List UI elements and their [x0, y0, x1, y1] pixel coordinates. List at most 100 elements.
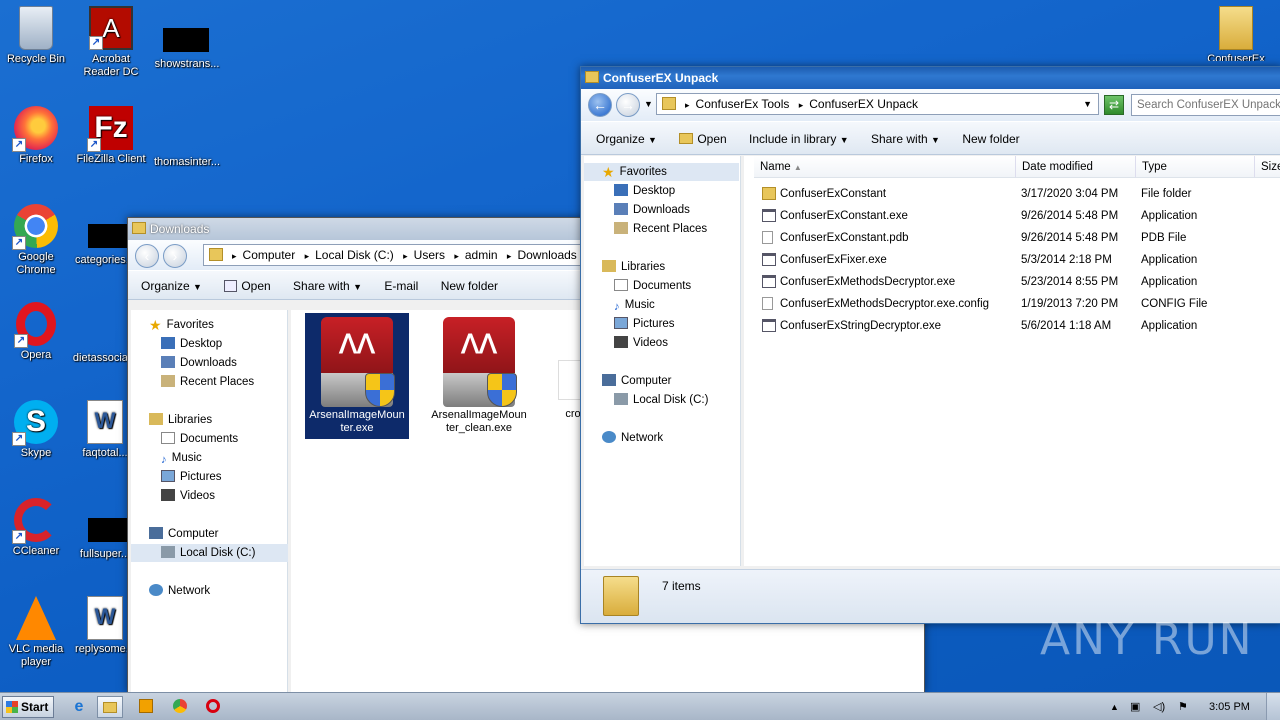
- nav-computer[interactable]: Computer: [602, 372, 672, 390]
- network-tray-icon[interactable]: ▣: [1130, 693, 1140, 720]
- nav-favorites[interactable]: ★ Favorites: [584, 163, 739, 181]
- new-folder-button[interactable]: New folder: [441, 279, 498, 293]
- column-header-size[interactable]: Size: [1255, 156, 1280, 178]
- confuser-address-bar: ← → ▼ ▸ ConfuserEx Tools ▸ ConfuserEX Unpa…: [581, 89, 1280, 121]
- shortcut-arrow-icon: ↗: [12, 138, 26, 152]
- show-desktop-button[interactable]: [1266, 693, 1280, 720]
- breadcrumb[interactable]: ▸ ConfuserEx Tools ▸ ConfuserEX Unpack ▼: [656, 93, 1099, 115]
- action-center-flag-icon[interactable]: ⚑: [1178, 693, 1188, 720]
- nav-videos[interactable]: Videos: [161, 487, 215, 505]
- chrome-icon: ↗: [12, 204, 58, 250]
- organize-button[interactable]: Organize ▼: [596, 132, 657, 146]
- nav-downloads[interactable]: Downloads: [161, 354, 237, 372]
- refresh-button[interactable]: ⇄: [1104, 95, 1124, 115]
- nav-favorites[interactable]: ★ Favorites: [149, 316, 214, 334]
- column-header-name[interactable]: Name ▲: [754, 156, 1016, 178]
- recent-pages-dropdown-icon[interactable]: ▼: [644, 99, 653, 109]
- back-button[interactable]: ‹: [135, 244, 159, 268]
- nav-local-disk[interactable]: Local Disk (C:): [614, 391, 708, 409]
- sort-ascending-icon: ▲: [793, 163, 802, 172]
- breadcrumb-item[interactable]: Downloads: [517, 248, 576, 262]
- desktop-icon-confuserex[interactable]: ConfuserEx: [1200, 6, 1272, 61]
- share-with-button[interactable]: Share with ▼: [293, 279, 362, 293]
- confuser-file-list[interactable]: Name ▲ Date modified Type Size ConfuserE…: [744, 156, 1280, 566]
- nav-libraries[interactable]: Libraries: [149, 411, 212, 429]
- nav-music[interactable]: ♪ Music: [614, 296, 655, 314]
- recent-places-icon: [161, 375, 175, 387]
- pictures-icon: [614, 317, 628, 329]
- breadcrumb-item[interactable]: Computer: [243, 248, 296, 262]
- desktop-icon-ccleaner[interactable]: ↗ CCleaner: [0, 498, 72, 558]
- desktop-icon-filezilla[interactable]: Fz ↗ FileZilla Client: [75, 106, 147, 166]
- explorer-taskbar-icon[interactable]: [97, 696, 123, 718]
- nav-pictures[interactable]: Pictures: [161, 468, 222, 486]
- folder-icon: [585, 71, 599, 83]
- table-row[interactable]: ConfuserExMethodsDecryptor.exe 5/23/2014…: [744, 271, 1280, 293]
- nav-pictures[interactable]: Pictures: [614, 315, 675, 333]
- chevron-right-icon: ▸: [304, 251, 310, 261]
- dropdown-arrow-icon: ▼: [648, 135, 657, 145]
- nav-libraries[interactable]: Libraries: [602, 258, 665, 276]
- file-item[interactable]: ᐱᐱ ArsenalImageMounter_clean.exe: [427, 313, 531, 439]
- email-button[interactable]: E-mail: [384, 279, 418, 293]
- confuser-window[interactable]: ConfuserEX Unpack ← → ▼ ▸ ConfuserEx Tool…: [580, 66, 1280, 624]
- nav-desktop[interactable]: Desktop: [161, 335, 222, 353]
- nav-downloads[interactable]: Downloads: [614, 201, 690, 219]
- shortcut-arrow-icon: ↗: [12, 432, 26, 446]
- nav-music[interactable]: ♪ Music: [161, 449, 202, 467]
- table-row[interactable]: ConfuserExMethodsDecryptor.exe.config 1/…: [744, 293, 1280, 315]
- organize-button[interactable]: Organize ▼: [141, 279, 202, 293]
- desktop-icon-thomasinter[interactable]: thomasinter...: [150, 156, 224, 169]
- desktop-icon-firefox[interactable]: ↗ Firefox: [0, 106, 72, 166]
- confuser-titlebar[interactable]: ConfuserEX Unpack: [581, 67, 1280, 89]
- back-button[interactable]: ←: [588, 93, 612, 117]
- breadcrumb-item[interactable]: Users: [414, 248, 445, 262]
- desktop-icon-recycle-bin[interactable]: Recycle Bin: [0, 6, 72, 66]
- show-hidden-icons-button[interactable]: ▲: [1110, 693, 1119, 720]
- opera-taskbar-icon[interactable]: [200, 696, 226, 718]
- media-player-taskbar-icon[interactable]: [133, 696, 159, 718]
- file-item[interactable]: ᐱᐱ ArsenalImageMounter.exe: [305, 313, 409, 439]
- breadcrumb-item[interactable]: admin: [465, 248, 498, 262]
- nav-recent-places[interactable]: Recent Places: [161, 373, 254, 391]
- column-header-date[interactable]: Date modified: [1016, 156, 1136, 178]
- start-button[interactable]: Start: [2, 696, 54, 718]
- open-button[interactable]: Open: [679, 132, 727, 146]
- nav-local-disk[interactable]: Local Disk (C:): [131, 544, 288, 562]
- column-header-type[interactable]: Type: [1136, 156, 1255, 178]
- table-row[interactable]: ConfuserExFixer.exe 5/3/2014 2:18 PM App…: [744, 249, 1280, 271]
- chrome-taskbar-icon[interactable]: [167, 696, 193, 718]
- desktop-icon-chrome[interactable]: ↗ Google Chrome: [0, 204, 72, 277]
- nav-documents[interactable]: Documents: [161, 430, 238, 448]
- clock[interactable]: 3:05 PM: [1209, 693, 1250, 720]
- nav-network[interactable]: Network: [602, 429, 663, 447]
- forward-button[interactable]: →: [616, 93, 640, 117]
- forward-button[interactable]: ›: [163, 244, 187, 268]
- share-with-button[interactable]: Share with ▼: [871, 132, 940, 146]
- desktop-icon-vlc[interactable]: VLC media player: [0, 596, 72, 669]
- nav-desktop[interactable]: Desktop: [614, 182, 675, 200]
- table-row[interactable]: ConfuserExConstant.pdb 9/26/2014 5:48 PM…: [744, 227, 1280, 249]
- breadcrumb-item[interactable]: ConfuserEx Tools: [696, 97, 790, 111]
- desktop-icon-showstrans[interactable]: showstrans...: [150, 58, 224, 71]
- nav-recent-places[interactable]: Recent Places: [614, 220, 707, 238]
- table-row[interactable]: ConfuserExStringDecryptor.exe 5/6/2014 1…: [744, 315, 1280, 337]
- new-folder-button[interactable]: New folder: [962, 132, 1019, 146]
- nav-computer[interactable]: Computer: [149, 525, 219, 543]
- address-dropdown-icon[interactable]: ▼: [1083, 94, 1092, 114]
- include-in-library-button[interactable]: Include in library ▼: [749, 132, 849, 146]
- nav-documents[interactable]: Documents: [614, 277, 691, 295]
- nav-videos[interactable]: Videos: [614, 334, 668, 352]
- desktop-icon-acrobat[interactable]: A ↗ Acrobat Reader DC: [75, 6, 147, 79]
- open-button[interactable]: Open: [224, 279, 271, 293]
- desktop-icon-opera[interactable]: ↗ Opera: [0, 302, 72, 362]
- breadcrumb-item[interactable]: ConfuserEX Unpack: [809, 97, 918, 111]
- desktop-icon-skype[interactable]: S ↗ Skype: [0, 400, 72, 460]
- search-input[interactable]: [1131, 94, 1280, 116]
- ie-taskbar-icon[interactable]: e: [66, 696, 92, 718]
- table-row[interactable]: ConfuserExConstant 3/17/2020 3:04 PM Fil…: [744, 183, 1280, 205]
- breadcrumb-item[interactable]: Local Disk (C:): [315, 248, 394, 262]
- table-row[interactable]: ConfuserExConstant.exe 9/26/2014 5:48 PM…: [744, 205, 1280, 227]
- volume-tray-icon[interactable]: ◁): [1153, 693, 1165, 720]
- nav-network[interactable]: Network: [149, 582, 210, 600]
